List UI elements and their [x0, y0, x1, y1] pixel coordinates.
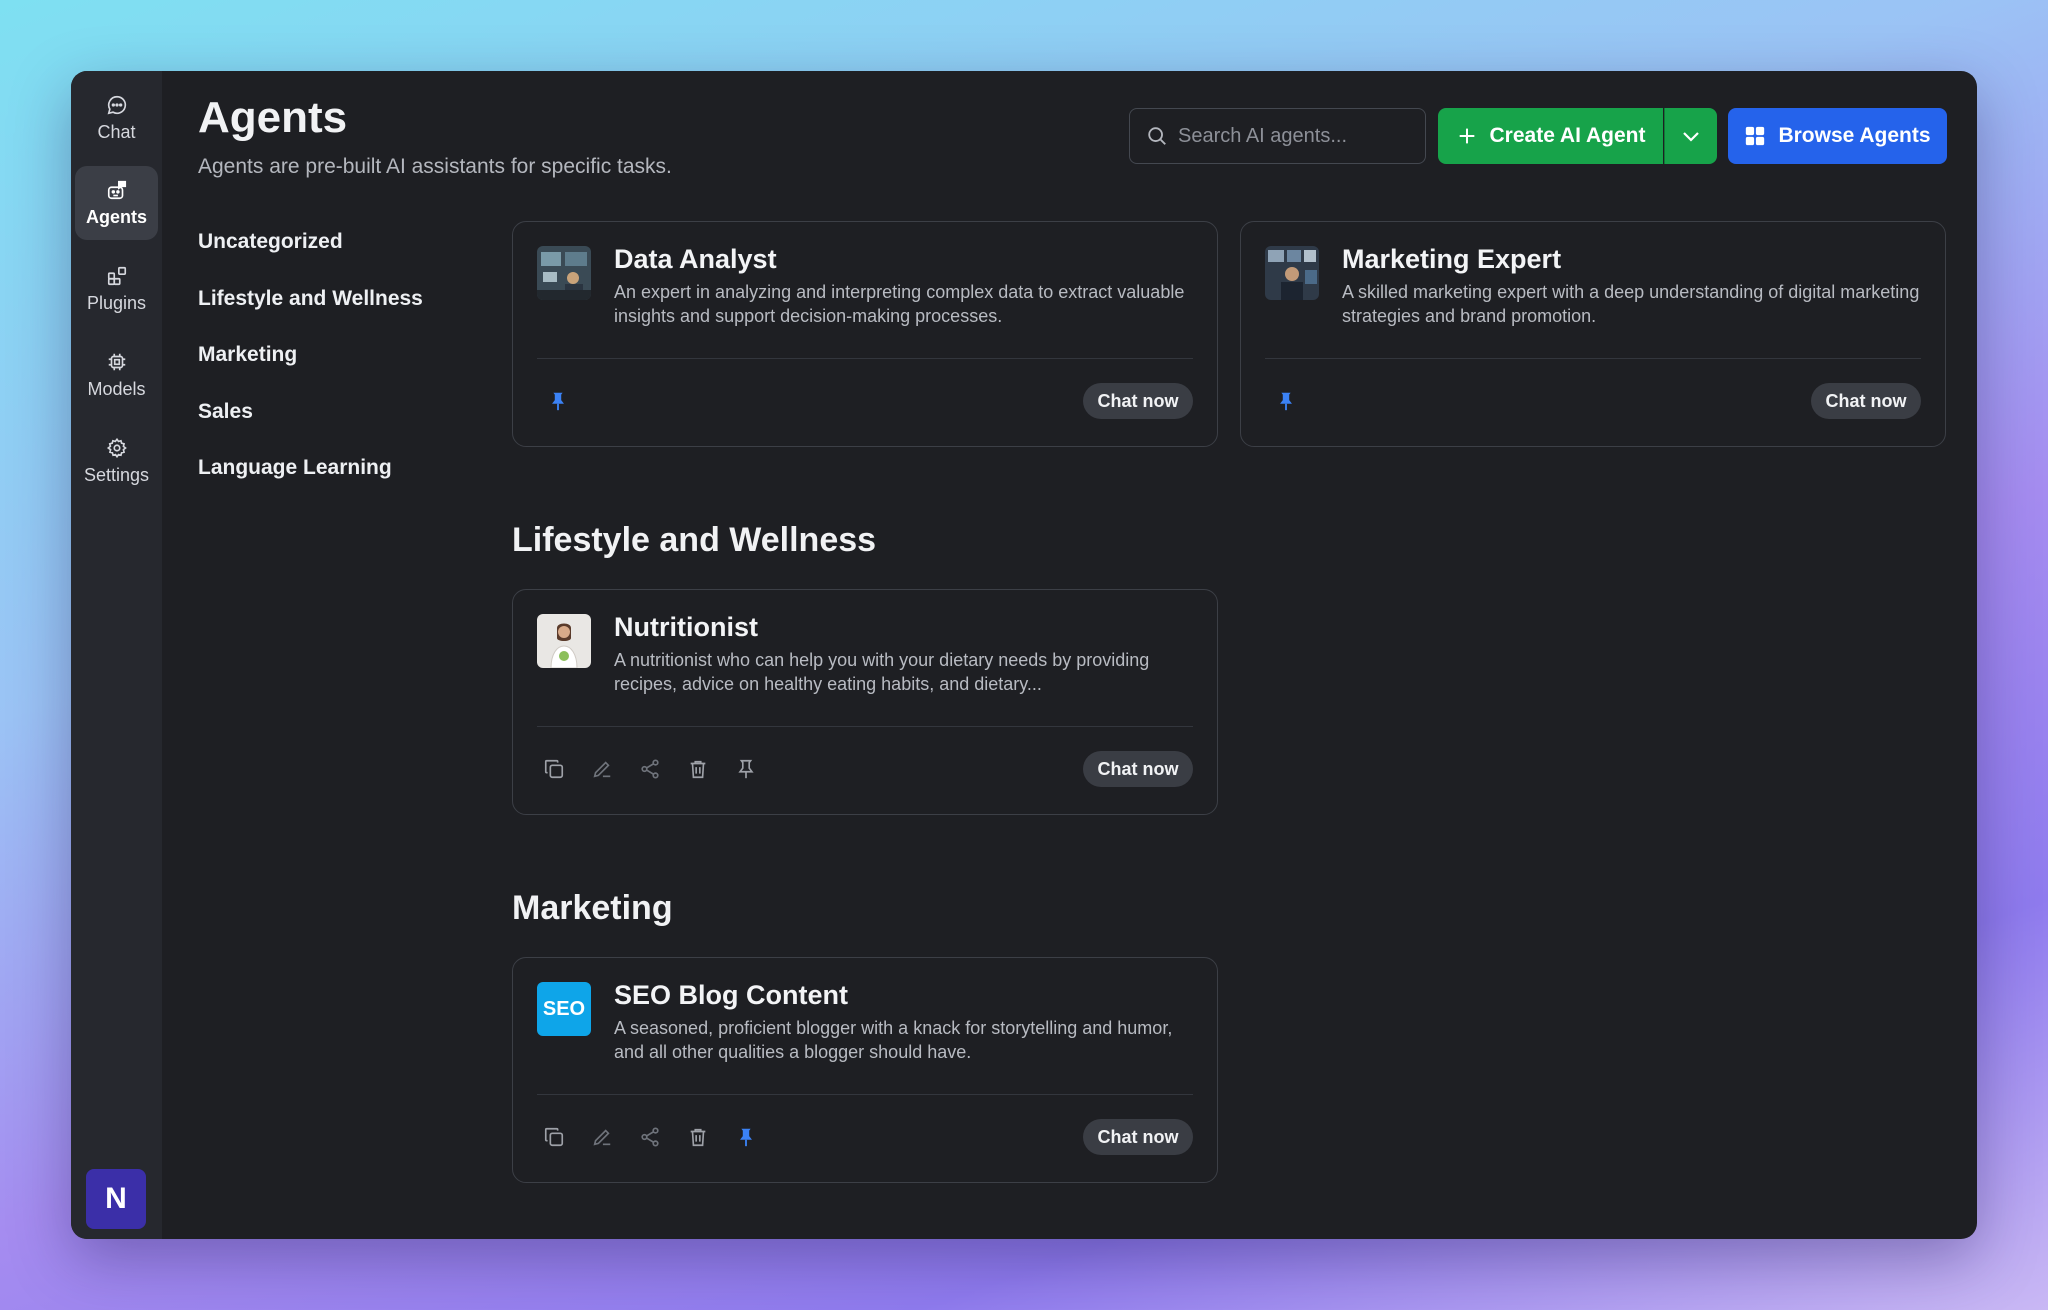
chat-icon	[107, 95, 126, 114]
gear-icon	[106, 437, 127, 458]
search-icon	[1148, 127, 1166, 145]
page-subtitle: Agents are pre-built AI assistants for s…	[198, 155, 672, 178]
chat-now-button[interactable]: Chat now	[1083, 751, 1193, 787]
edit-icon[interactable]	[591, 1126, 613, 1148]
agent-card-seo-blog-content[interactable]: SEO SEO Blog Content A seasoned, profici…	[512, 957, 1218, 1183]
agent-description: An expert in analyzing and interpreting …	[614, 282, 1185, 326]
agent-name: Data Analyst	[614, 244, 777, 274]
agent-card-data-analyst[interactable]: Data Analyst An expert in analyzing and …	[512, 221, 1218, 447]
app-window: Chat Agents Plugins Models Settings N Ag…	[71, 71, 1977, 1239]
pin-icon[interactable]	[547, 390, 569, 412]
card-divider	[537, 1094, 1193, 1095]
rail-item-plugins[interactable]: Plugins	[75, 252, 158, 326]
search-box[interactable]	[1129, 108, 1426, 164]
trash-icon[interactable]	[687, 758, 709, 780]
category-nav: Uncategorized Lifestyle and Wellness Mar…	[198, 228, 423, 511]
trash-icon[interactable]	[687, 1126, 709, 1148]
agent-description: A seasoned, proficient blogger with a kn…	[614, 1018, 1173, 1062]
create-agent-dropdown[interactable]	[1664, 108, 1717, 164]
browse-agents-label: Browse Agents	[1778, 124, 1931, 147]
app-rail: Chat Agents Plugins Models Settings N	[71, 71, 162, 1239]
pin-icon[interactable]	[1275, 390, 1297, 412]
card-divider	[1265, 358, 1921, 359]
card-divider	[537, 726, 1193, 727]
agent-avatar	[537, 614, 591, 668]
card-actions	[543, 1126, 757, 1148]
card-divider	[537, 358, 1193, 359]
page-title: Agents	[198, 93, 348, 142]
category-uncategorized[interactable]: Uncategorized	[198, 228, 423, 285]
rail-item-models[interactable]: Models	[75, 338, 158, 412]
create-agent-button[interactable]: Create AI Agent	[1438, 108, 1663, 164]
pin-icon[interactable]	[735, 1126, 757, 1148]
agents-icon	[107, 180, 126, 199]
category-sales[interactable]: Sales	[198, 398, 423, 455]
plugins-icon	[107, 266, 126, 285]
share-icon[interactable]	[639, 758, 661, 780]
share-icon[interactable]	[639, 1126, 661, 1148]
duplicate-icon[interactable]	[543, 758, 565, 780]
agent-name: SEO Blog Content	[614, 980, 848, 1010]
category-marketing[interactable]: Marketing	[198, 341, 423, 398]
card-actions	[543, 758, 757, 780]
rail-label: Plugins	[86, 292, 147, 313]
agent-card-nutritionist[interactable]: Nutritionist A nutritionist who can help…	[512, 589, 1218, 815]
grid-icon	[1746, 126, 1765, 146]
rail-label: Models	[87, 378, 146, 399]
section-title-marketing: Marketing	[512, 889, 673, 927]
agent-description: A skilled marketing expert with a deep u…	[1342, 282, 1920, 326]
agent-card-marketing-expert[interactable]: Marketing Expert A skilled marketing exp…	[1240, 221, 1946, 447]
agent-avatar	[537, 246, 591, 300]
agent-avatar: SEO	[537, 982, 591, 1036]
chevron-down-icon	[1683, 132, 1699, 142]
rail-label: Chat	[97, 121, 136, 142]
chat-now-button[interactable]: Chat now	[1811, 383, 1921, 419]
models-icon	[108, 353, 125, 370]
agent-avatar-text: SEO	[542, 997, 586, 1020]
agent-name: Marketing Expert	[1342, 244, 1562, 274]
chat-now-button[interactable]: Chat now	[1083, 383, 1193, 419]
agent-name: Nutritionist	[614, 612, 758, 642]
category-language-learning[interactable]: Language Learning	[198, 454, 423, 511]
section-title-lifestyle-and-wellness: Lifestyle and Wellness	[512, 521, 877, 559]
search-input[interactable]	[1178, 124, 1408, 148]
user-avatar[interactable]: N	[86, 1169, 146, 1229]
create-agent-label: Create AI Agent	[1489, 124, 1646, 147]
pin-icon[interactable]	[735, 758, 757, 780]
edit-icon[interactable]	[591, 758, 613, 780]
rail-item-chat[interactable]: Chat	[75, 81, 158, 155]
browse-agents-button[interactable]: Browse Agents	[1728, 108, 1947, 164]
rail-label: Settings	[83, 464, 150, 485]
rail-item-agents[interactable]: Agents	[75, 166, 158, 240]
category-lifestyle-and-wellness[interactable]: Lifestyle and Wellness	[198, 285, 423, 342]
agent-avatar	[1265, 246, 1319, 300]
agent-description: A nutritionist who can help you with you…	[614, 650, 1150, 694]
duplicate-icon[interactable]	[543, 1126, 565, 1148]
chat-now-button[interactable]: Chat now	[1083, 1119, 1193, 1155]
rail-item-settings[interactable]: Settings	[75, 424, 158, 498]
rail-label: Agents	[85, 206, 147, 227]
plus-icon	[1459, 128, 1474, 144]
